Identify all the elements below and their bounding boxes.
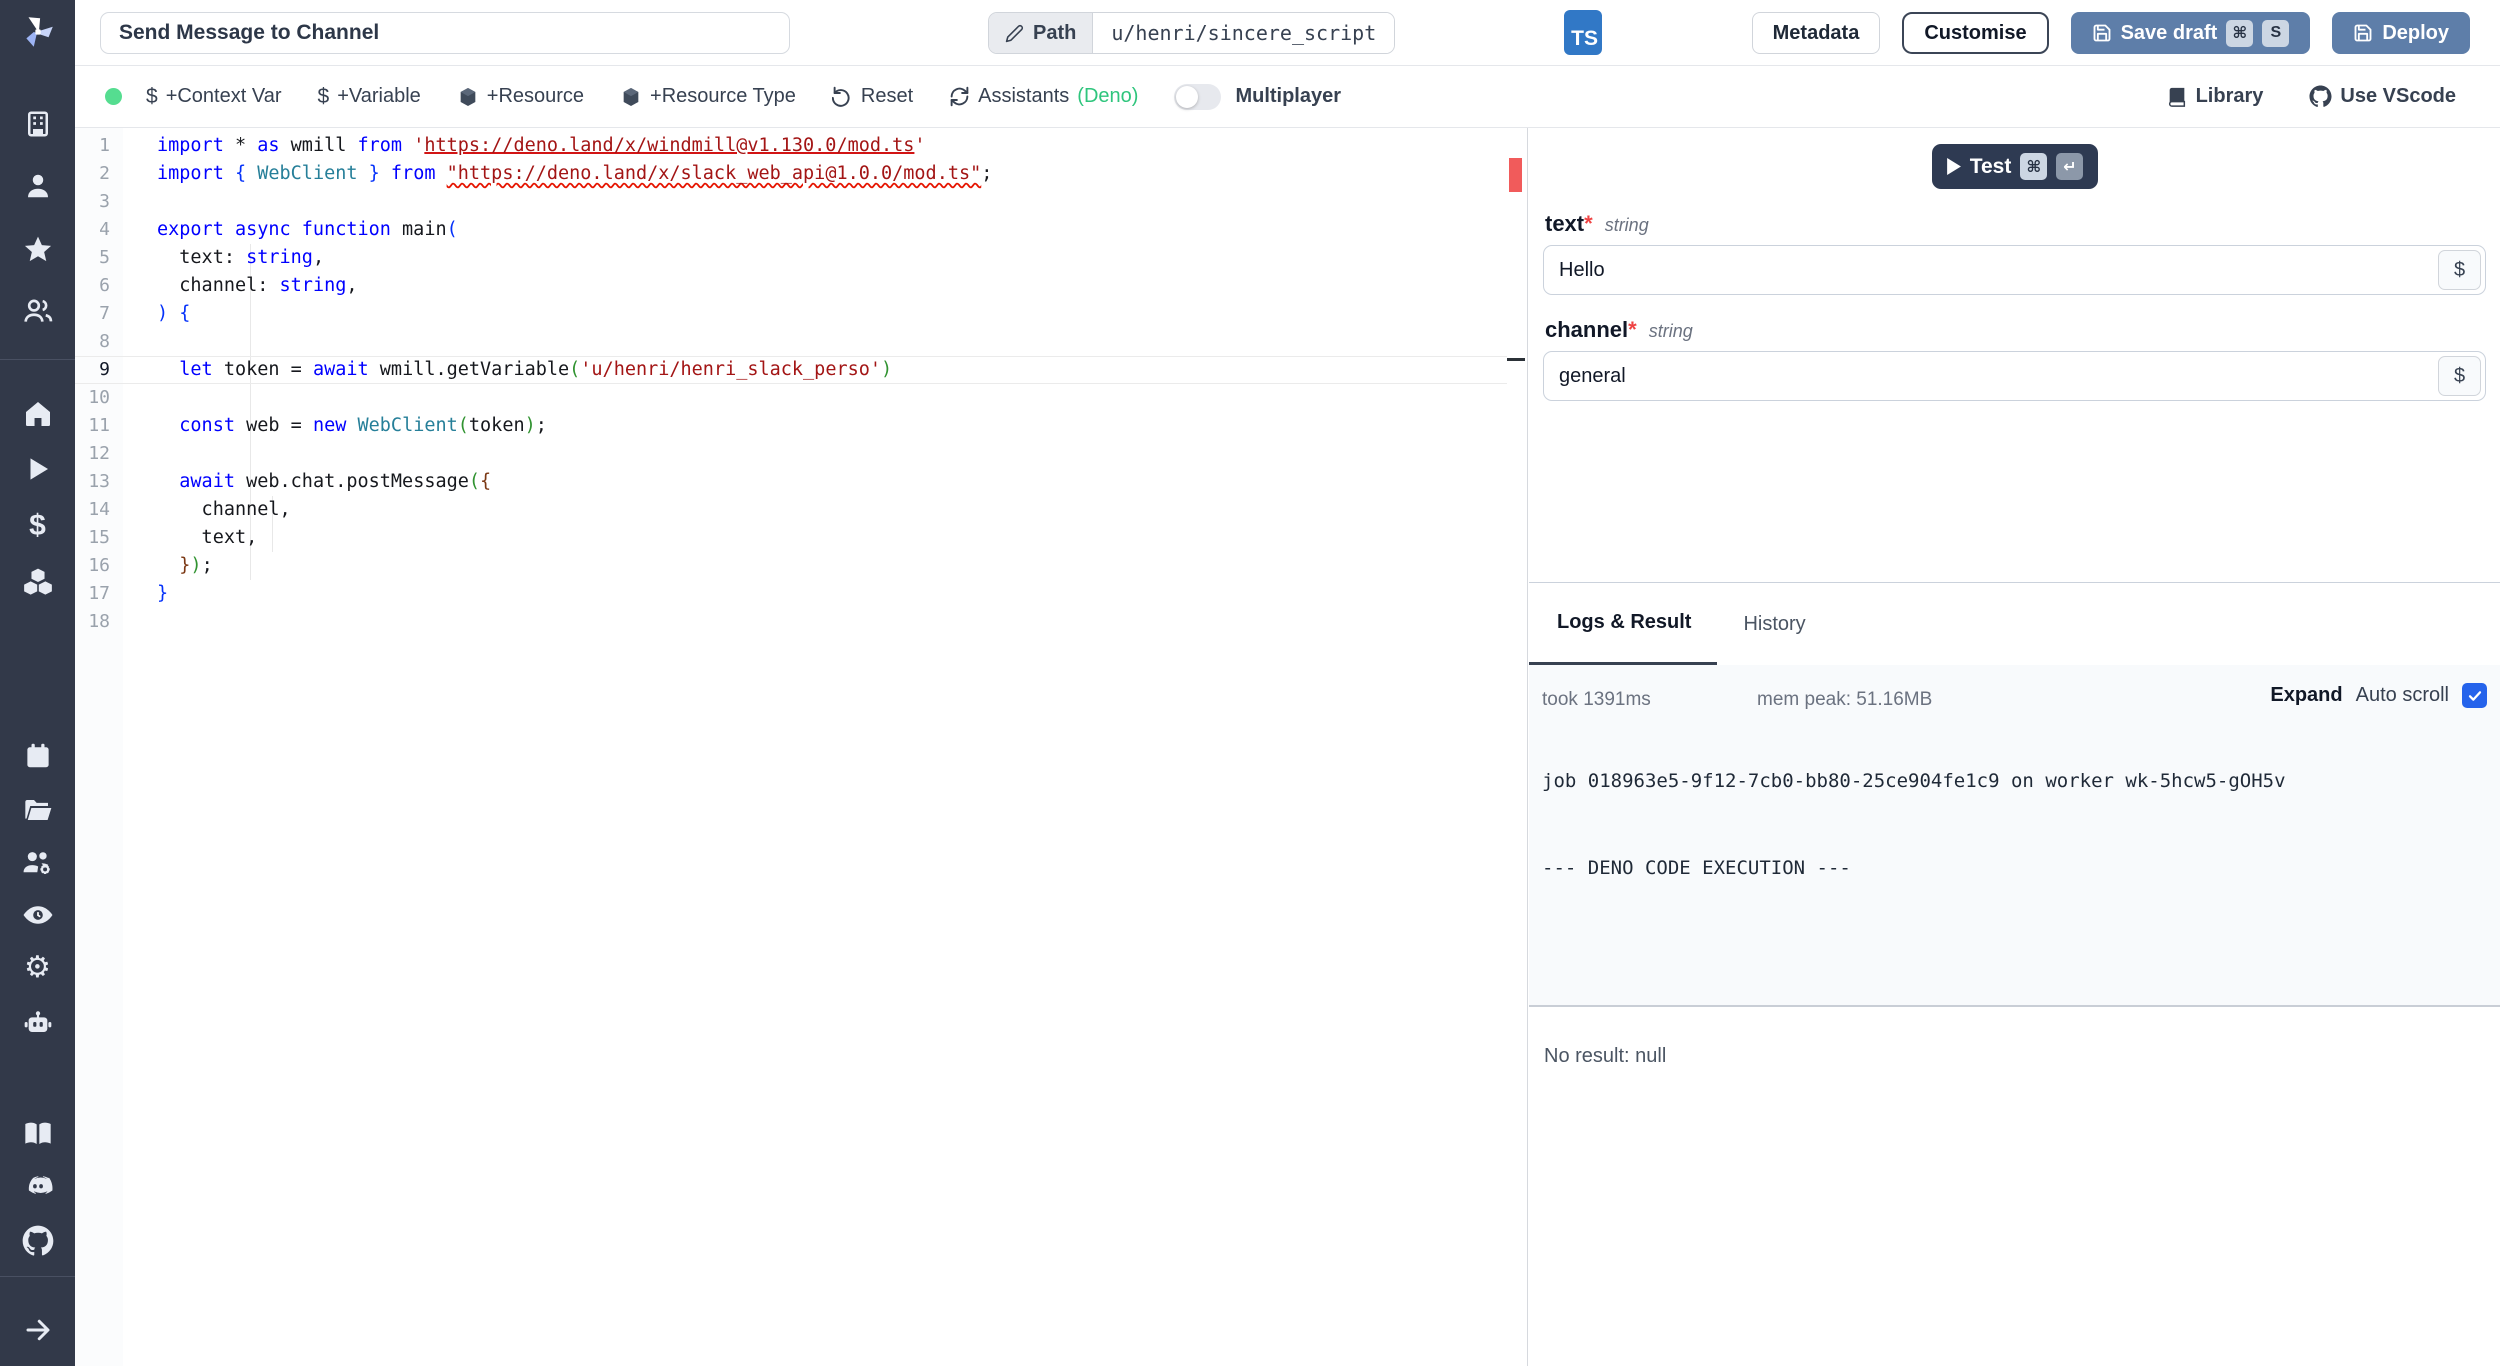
preview-panel: Test ⌘ ↵ text* string $ channel* string … [1529,128,2500,1366]
dollar-icon: $ [146,84,158,108]
sidebar-item-resources[interactable] [0,562,75,602]
s-key-badge: S [2262,19,2290,47]
sidebar-item-settings[interactable]: ⚙ [0,948,75,988]
deploy-button[interactable]: Deploy [2332,12,2470,54]
path-chip[interactable]: Path u/henri/sincere_script [988,12,1396,54]
autoscroll-checkbox[interactable] [2462,683,2487,708]
path-value[interactable]: u/henri/sincere_script [1093,13,1395,53]
log-output-area: took 1391ms mem peak: 51.16MB Expand Aut… [1529,665,2500,1005]
sidebar-divider [0,359,75,360]
code-lines: 1 import * as wmill from 'https://deno.la… [75,132,1507,636]
no-result-text: No result: null [1544,1045,1667,1067]
log-stats-row: took 1391ms mem peak: 51.16MB Expand Aut… [1529,665,2500,739]
log-text: job 018963e5-9f12-7cb0-bb80-25ce904fe1c9… [1542,770,2286,879]
sidebar-divider-bottom [0,1276,75,1277]
editor-toolbar: $ +Context Var $ +Variable +Resource +Reso… [75,66,2500,128]
sidebar-item-github[interactable] [0,1221,75,1261]
result-area: No result: null [1529,1005,2500,1366]
customise-button[interactable]: Customise [1902,12,2049,54]
play-icon [1946,158,1961,175]
tab-logs-result[interactable]: Logs & Result [1529,583,1718,665]
book-icon [2168,87,2185,107]
memory-stat: mem peak: 51.16MB [1757,689,1933,710]
sidebar-item-home[interactable] [0,394,75,434]
pencil-icon [1005,24,1023,42]
sidebar-item-groups[interactable] [0,291,75,331]
windmill-logo-icon[interactable] [0,12,75,52]
logs-tabs: Logs & Result History [1529,583,2500,665]
test-button[interactable]: Test ⌘ ↵ [1931,144,2098,189]
save-icon [2093,24,2111,42]
field-type: string [1604,215,1649,235]
path-label: Path [1033,21,1077,44]
github-icon [2309,85,2332,107]
cmd-key-badge: ⌘ [2226,19,2254,47]
library-button[interactable]: Library [2166,85,2263,108]
multiplayer-toggle[interactable] [1174,83,1222,110]
sidebar-item-workers[interactable] [0,843,75,883]
typescript-badge: TS [1564,10,1602,55]
cursor-position-marker [1507,358,1525,361]
required-asterisk: * [1584,211,1593,236]
enter-key-badge: ↵ [2056,153,2084,180]
status-dot [105,88,122,105]
field-type: string [1648,321,1693,341]
refresh-icon [950,86,969,107]
sidebar-item-user[interactable] [0,166,75,206]
error-marker [1509,158,1522,192]
text-field-input[interactable] [1543,245,2486,295]
insert-variable-button[interactable]: $ [2438,250,2481,290]
sidebar-item-schedules[interactable] [0,736,75,776]
toggle-knob [1176,85,1199,108]
tab-history[interactable]: History [1717,583,1831,665]
check-icon [2468,690,2481,701]
package-icon [460,87,476,106]
sidebar-item-workspace[interactable] [0,104,75,144]
logs-section: Logs & Result History took 1391ms mem pe… [1529,582,2500,1366]
rotate-ccw-icon [831,86,850,107]
assistants-lang: (Deno) [1077,85,1139,107]
insert-variable-button[interactable]: $ [2438,356,2481,396]
metadata-button[interactable]: Metadata [1751,12,1881,54]
code-editor[interactable]: 1 import * as wmill from 'https://deno.la… [75,128,1528,1366]
script-title-input[interactable] [100,12,790,54]
channel-field-input[interactable] [1543,351,2486,401]
sidebar-item-ai-bot[interactable] [0,1002,75,1042]
sidebar-item-runs[interactable] [0,449,75,489]
sidebar-item-docs[interactable] [0,1114,75,1154]
add-resource-button[interactable]: +Resource [457,85,584,108]
package-icon [623,87,639,106]
assistants-button[interactable]: Assistants (Deno) [949,85,1138,108]
use-vscode-button[interactable]: Use VScode [2309,85,2456,108]
sidebar-item-folders[interactable] [0,790,75,830]
add-context-var-button[interactable]: $ +Context Var [146,85,282,109]
save-icon [2354,24,2372,42]
multiplayer-label: Multiplayer [1235,85,1342,107]
sidebar: $ ⚙ [0,0,75,1366]
sidebar-item-favorites[interactable] [0,230,75,270]
dollar-icon: $ [317,84,330,108]
field-label-text: text * string [1545,211,1649,236]
path-edit-segment[interactable]: Path [989,13,1094,53]
field-label-channel: channel * string [1545,317,1693,342]
sidebar-item-audit-logs[interactable] [0,895,75,935]
save-draft-button[interactable]: Save draft ⌘ S [2070,12,2311,54]
sidebar-expand-arrow-icon[interactable] [0,1310,75,1350]
top-bar: Path u/henri/sincere_script TS Metadata … [75,0,2500,66]
add-resource-type-button[interactable]: +Resource Type [620,85,796,108]
sidebar-item-variables[interactable]: $ [0,506,75,546]
expand-button[interactable]: Expand [2270,684,2342,707]
sidebar-item-discord[interactable] [0,1166,75,1206]
autoscroll-label: Auto scroll [2355,684,2449,706]
required-asterisk: * [1628,317,1637,342]
cmd-key-badge: ⌘ [2020,153,2048,180]
add-variable-button[interactable]: $ +Variable [318,85,421,109]
duration-stat: took 1391ms [1542,689,1651,710]
reset-button[interactable]: Reset [831,85,913,108]
